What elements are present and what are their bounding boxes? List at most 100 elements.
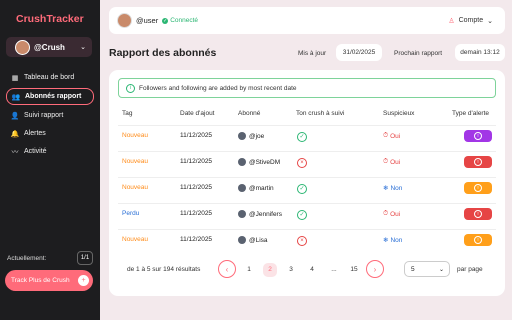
alert-type-badge[interactable]: !: [464, 156, 492, 168]
account-avatar: [238, 236, 246, 244]
page-button[interactable]: 3: [284, 263, 298, 277]
row-account-handle: @martin: [249, 184, 274, 192]
row-suspicious-label: Non: [390, 184, 403, 192]
account-menu[interactable]: ♙ Compte ⌄: [448, 17, 493, 25]
sidebar-item-label: Abonnés rapport: [25, 93, 82, 100]
sidebar-nav: ▦ Tableau de bord 👥 Abonnés rapport 👤 Su…: [6, 70, 94, 162]
row-date: 11/12/2025: [180, 210, 213, 217]
account-avatar: [238, 158, 246, 166]
column-header-alert-type: Type d'alerte: [452, 110, 490, 117]
profile-name: @Crush: [34, 42, 65, 52]
column-header-tag: Tag: [122, 110, 133, 117]
report-card: i Followers and following are added by m…: [109, 70, 505, 296]
sidebar-item-alertes[interactable]: 🔔 Alertes: [6, 126, 94, 141]
alert-type-badge[interactable]: !: [464, 208, 492, 220]
info-banner: i Followers and following are added by m…: [118, 78, 496, 98]
per-page-select[interactable]: 5 ⌄: [404, 261, 450, 277]
table-row[interactable]: Perdu 11/12/2025 @Jennifers ✓ ⏱ Oui!: [118, 203, 496, 224]
sidebar-item-suivi-rapport[interactable]: 👤 Suivi rapport: [6, 108, 94, 123]
page-button[interactable]: 1: [242, 263, 256, 277]
updated-label: Mis à jour: [298, 50, 327, 57]
alert-type-badge[interactable]: !: [464, 234, 492, 246]
account-avatar: [238, 210, 246, 218]
row-account-handle: @Lisa: [249, 236, 268, 244]
row-date: 11/12/2025: [180, 236, 213, 243]
row-suspicious: ⏱ Oui: [383, 210, 400, 218]
activity-icon: 〰: [11, 148, 19, 156]
row-account[interactable]: @Lisa: [238, 236, 268, 244]
updated-value: 31/02/2025: [336, 44, 382, 61]
app-brand: CrushTracker: [16, 13, 84, 25]
page-ellipsis: ...: [331, 266, 337, 273]
check-circle-icon: ✓: [297, 132, 307, 142]
row-suspicious: ⏱ Oui: [383, 158, 400, 166]
row-suspicious-label: Oui: [390, 132, 401, 140]
row-suspicious: ❄ Non: [383, 236, 403, 245]
plus-icon: +: [78, 275, 89, 286]
row-tag: Perdu: [122, 210, 140, 217]
connection-status-label: Connecté: [170, 17, 199, 24]
row-suspicious-label: Non: [390, 236, 403, 244]
person-icon: ♙: [448, 17, 455, 25]
row-date: 11/12/2025: [180, 158, 213, 165]
table-row[interactable]: Nouveau 11/12/2025 @Lisa × ❄ Non!: [118, 229, 496, 250]
table-row[interactable]: Nouveau 11/12/2025 @martin ✓ ❄ Non!: [118, 177, 496, 198]
account-label: Compte: [458, 17, 484, 24]
snowflake-icon: ❄: [383, 237, 389, 244]
user-avatar: [117, 13, 132, 28]
alert-icon: !: [474, 132, 482, 140]
sidebar-item-abonnes-rapport[interactable]: 👥 Abonnés rapport: [6, 88, 94, 105]
table-row[interactable]: Nouveau 11/12/2025 @StiveDM × ⏱ Oui!: [118, 151, 496, 172]
timer-icon: ⏱: [383, 210, 389, 217]
column-header-account: Abonné: [238, 110, 261, 117]
connection-status: ✓ Connecté: [162, 17, 198, 24]
account-avatar: [238, 184, 246, 192]
check-circle-icon: ✓: [297, 184, 307, 194]
per-page-label: par page: [457, 266, 483, 273]
info-icon: i: [126, 83, 135, 93]
next-report-value: demain 13:12: [455, 44, 505, 61]
actuel-label: Actuellement:: [7, 255, 47, 262]
row-account-handle: @Jennifers: [249, 210, 282, 218]
bell-icon: 🔔: [10, 130, 20, 138]
next-report-label: Prochain rapport: [394, 50, 443, 57]
alert-icon: !: [474, 158, 482, 166]
table-row[interactable]: Nouveau 11/12/2025 @joe ✓ ⏱ Oui!: [118, 125, 496, 146]
row-account[interactable]: @Jennifers: [238, 210, 282, 218]
page-title: Rapport des abonnés: [109, 47, 217, 59]
row-account[interactable]: @martin: [238, 184, 274, 192]
sidebar-item-activite[interactable]: 〰 Activité: [6, 144, 94, 159]
profile-avatar: [15, 39, 30, 55]
track-more-button[interactable]: Track Plus de Crush +: [5, 270, 93, 291]
alert-type-badge[interactable]: !: [464, 182, 492, 194]
row-suspicious-label: Oui: [390, 158, 401, 166]
row-tag: Nouveau: [122, 158, 149, 165]
pagination-info: de 1 à 5 sur 194 résultats: [127, 266, 201, 273]
row-tag: Nouveau: [122, 236, 149, 243]
sidebar-item-tableau-de-bord[interactable]: ▦ Tableau de bord: [6, 70, 94, 85]
sidebar-item-label: Activité: [24, 148, 47, 155]
row-account[interactable]: @joe: [238, 132, 264, 140]
username: @user: [136, 16, 159, 25]
row-date: 11/12/2025: [180, 132, 213, 139]
page-button[interactable]: 4: [305, 263, 319, 277]
row-suspicious-label: Oui: [390, 210, 401, 218]
alert-icon: !: [474, 210, 482, 218]
next-page-button[interactable]: ›: [366, 260, 384, 278]
page-button[interactable]: 15: [347, 263, 361, 277]
x-circle-icon: ×: [297, 236, 307, 246]
row-account[interactable]: @StiveDM: [238, 158, 280, 166]
prev-page-button[interactable]: ‹: [218, 260, 236, 278]
row-account-handle: @joe: [249, 132, 265, 140]
grid-icon: ▦: [11, 74, 19, 82]
sidebar-item-label: Tableau de bord: [24, 74, 75, 81]
row-tag: Nouveau: [122, 132, 149, 139]
user-icon: 👤: [10, 112, 20, 120]
alert-type-badge[interactable]: !: [464, 130, 492, 142]
page-button[interactable]: 2: [263, 263, 277, 277]
check-circle-icon: ✓: [297, 210, 307, 220]
profile-selector[interactable]: @Crush ⌄: [6, 37, 92, 57]
sidebar-item-label: Alertes: [24, 130, 46, 137]
sidebar: CrushTracker @Crush ⌄ ▦ Tableau de bord …: [0, 0, 100, 320]
timer-icon: ⏱: [383, 132, 389, 139]
